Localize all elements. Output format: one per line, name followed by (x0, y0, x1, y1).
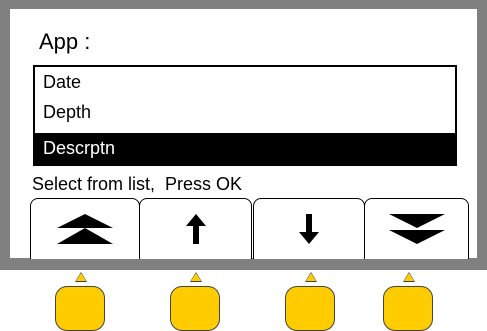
app-title: App : (39, 29, 91, 54)
indicator-3 (306, 273, 316, 281)
hardware-button-2[interactable] (170, 286, 220, 331)
softkey-down[interactable] (253, 198, 365, 259)
softkey-page-down[interactable] (364, 198, 469, 259)
arrow-down-icon (299, 214, 319, 244)
hardware-button-4[interactable] (383, 286, 433, 331)
indicator-4 (404, 273, 414, 281)
selection-list: Date Depth Descrptn (33, 65, 457, 166)
hardware-button-1[interactable] (55, 286, 105, 331)
softkey-page-up[interactable] (30, 198, 140, 259)
indicator-2 (191, 273, 201, 281)
hardware-button-3[interactable] (285, 286, 335, 331)
double-chevron-up-icon (57, 214, 113, 244)
indicator-1 (76, 273, 86, 281)
softkey-up[interactable] (139, 198, 252, 259)
list-item-date[interactable]: Date (35, 67, 455, 97)
double-chevron-down-icon (388, 214, 445, 244)
status-instruction: Select from list, Press OK (32, 174, 243, 194)
list-item-descrptn[interactable]: Descrptn (35, 133, 455, 164)
arrow-up-icon (185, 214, 206, 244)
list-item-depth[interactable]: Depth (35, 97, 455, 127)
lcd-screen: App : Date Depth Descrptn Select from li… (10, 9, 477, 259)
